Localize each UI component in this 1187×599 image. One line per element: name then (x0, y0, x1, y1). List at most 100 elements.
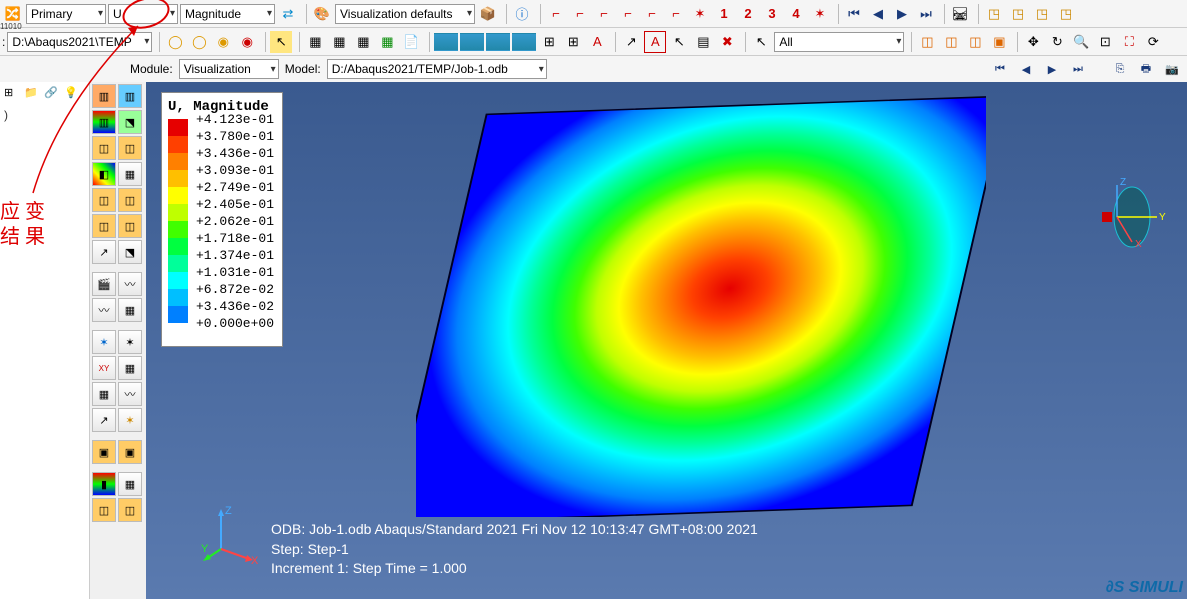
tool-n-icon[interactable]: ▦ (118, 356, 142, 380)
csys-cycle-icon[interactable]: ✶ (809, 3, 831, 25)
tool-m-icon[interactable]: ✶ (118, 330, 142, 354)
tool-w-icon[interactable]: ◫ (92, 498, 116, 522)
csys-xz2-icon[interactable]: ⌐ (665, 3, 687, 25)
print-icon[interactable]: 🖶 (1135, 60, 1157, 78)
csys-yz2-icon[interactable]: ⌐ (641, 3, 663, 25)
render-hidden-icon[interactable] (460, 33, 484, 51)
render-misc2-icon[interactable]: ⊞ (562, 31, 584, 53)
tool-h-icon[interactable]: ◫ (118, 214, 142, 238)
last-frame-icon[interactable]: ⏭ (915, 3, 937, 25)
tool-x-icon[interactable]: ◫ (118, 498, 142, 522)
view-triad-icon[interactable]: Z Y X (1087, 177, 1167, 257)
iso3-icon[interactable]: ◳ (1031, 3, 1053, 25)
tool-o-icon[interactable]: ▦ (92, 382, 116, 406)
render-fill-icon[interactable] (512, 33, 536, 51)
selection-filter-dropdown[interactable]: All (774, 32, 904, 52)
refresh-icon[interactable]: ⟳ (1142, 31, 1164, 53)
grid3-icon[interactable]: ▦ (352, 31, 374, 53)
tool-csys-icon[interactable]: ✶ (92, 330, 116, 354)
zoom-icon[interactable]: 🔍 (1070, 31, 1092, 53)
grid1-icon[interactable]: ▦ (304, 31, 326, 53)
fit-icon[interactable]: ⛶ (1118, 31, 1140, 53)
preset-1[interactable]: 1 (713, 3, 735, 25)
component-dropdown[interactable]: Magnitude (180, 4, 275, 24)
context-bar: Module: Visualization Model: D:/Abaqus20… (0, 56, 1187, 82)
rotate-icon[interactable]: ↻ (1046, 31, 1068, 53)
play-icon[interactable]: ▶ (891, 3, 913, 25)
vcr-next-icon[interactable]: ▶ (1041, 60, 1063, 78)
swap-icon[interactable]: ⇄ (277, 3, 299, 25)
iso2-icon[interactable]: ◳ (1007, 3, 1029, 25)
sel2-icon[interactable]: ◫ (940, 31, 962, 53)
cursor-star-icon[interactable]: ↖ (270, 31, 292, 53)
render-misc1-icon[interactable]: ⊞ (538, 31, 560, 53)
viewport[interactable]: U, Magnitude +4.123e-01+3.780e-01+3.436e… (146, 82, 1187, 599)
circle4-icon[interactable]: ◉ (236, 31, 258, 53)
info-icon[interactable]: ⓘ (511, 3, 533, 25)
box-icon[interactable]: 📦 (477, 3, 499, 25)
sel4-icon[interactable]: ▣ (988, 31, 1010, 53)
sel3-icon[interactable]: ◫ (964, 31, 986, 53)
tool-l-icon[interactable]: ▦ (118, 298, 142, 322)
circle1-icon[interactable]: ◯ (164, 31, 186, 53)
text-a-icon[interactable]: A (644, 31, 666, 53)
palette-icon[interactable]: 🎨 (311, 3, 333, 25)
preset-3[interactable]: 3 (761, 3, 783, 25)
render-shaded-icon[interactable] (486, 33, 510, 51)
rail-icon[interactable]: 🛤 (949, 3, 971, 25)
tool-k-icon[interactable]: 〰 (118, 272, 142, 296)
csys-yz-icon[interactable]: ⌐ (617, 3, 639, 25)
viz-defaults-dropdown[interactable]: Visualization defaults (335, 4, 475, 24)
arrow-icon[interactable]: ↗ (620, 31, 642, 53)
csys-xy2-icon[interactable]: ⌐ (593, 3, 615, 25)
excel-icon[interactable]: ▦ (376, 31, 398, 53)
pointer-icon[interactable]: ↖ (668, 31, 690, 53)
module-dropdown[interactable]: Visualization (179, 59, 279, 79)
tool-v-icon[interactable]: ▦ (118, 472, 142, 496)
prev-frame-icon[interactable]: ◀ (867, 3, 889, 25)
circle2-icon[interactable]: ◯ (188, 31, 210, 53)
legend-value: +0.000e+00 (196, 316, 274, 331)
csys-xy-icon[interactable]: ⌐ (545, 3, 567, 25)
tool-i-icon[interactable]: ↗ (92, 240, 116, 264)
tool-p-icon[interactable]: 〰 (118, 382, 142, 406)
camera-icon[interactable]: 📷 (1161, 60, 1183, 78)
model-dropdown[interactable]: D:/Abaqus2021/TEMP/Job-1.odb (327, 59, 547, 79)
sel1-icon[interactable]: ◫ (916, 31, 938, 53)
vcr-prev-icon[interactable]: ◀ (1015, 60, 1037, 78)
vcr-last-icon[interactable]: ⏭ (1067, 60, 1089, 78)
grid2-icon[interactable]: ▦ (328, 31, 350, 53)
zoom-box-icon[interactable]: ⊡ (1094, 31, 1116, 53)
tool-xy-icon[interactable]: XY (92, 356, 116, 380)
vcr-first-icon[interactable]: ⏮ (989, 60, 1011, 78)
table-icon[interactable]: ▤ (692, 31, 714, 53)
tool-u-icon[interactable]: ▮ (92, 472, 116, 496)
tool-g-icon[interactable]: ◫ (92, 214, 116, 238)
iso1-icon[interactable]: ◳ (983, 3, 1005, 25)
delete-icon[interactable]: ✖ (716, 31, 738, 53)
render-wire-icon[interactable] (434, 33, 458, 51)
tool-t-icon[interactable]: ▣ (118, 440, 142, 464)
select-arrow-icon[interactable]: ↖ (750, 31, 772, 53)
preset-2[interactable]: 2 (737, 3, 759, 25)
csys-xz-icon[interactable]: ⌐ (569, 3, 591, 25)
tool-j-icon[interactable]: ⬔ (118, 240, 142, 264)
annot-a-icon[interactable]: A (586, 31, 608, 53)
info-line2: Step: Step-1 (271, 540, 758, 560)
tool-q-icon[interactable]: ↗ (92, 408, 116, 432)
pan-icon[interactable]: ✥ (1022, 31, 1044, 53)
tree-expand-icon[interactable]: ⊞ (4, 86, 20, 102)
copy-view-icon[interactable]: ⎘ (1109, 60, 1131, 78)
tool-chart-icon[interactable]: 〰 (92, 298, 116, 322)
legend-value: +6.872e-02 (196, 282, 274, 297)
circle3-icon[interactable]: ◉ (212, 31, 234, 53)
first-frame-icon[interactable]: ⏮ (843, 3, 865, 25)
iso4-icon[interactable]: ◳ (1055, 3, 1077, 25)
tool-r-icon[interactable]: ✶ (118, 408, 142, 432)
tool-movie-icon[interactable]: 🎬 (92, 272, 116, 296)
doc-icon[interactable]: 📄 (400, 31, 422, 53)
svg-text:Z: Z (225, 505, 232, 517)
preset-4[interactable]: 4 (785, 3, 807, 25)
csys-3d-icon[interactable]: ✶ (689, 3, 711, 25)
tool-s-icon[interactable]: ▣ (92, 440, 116, 464)
